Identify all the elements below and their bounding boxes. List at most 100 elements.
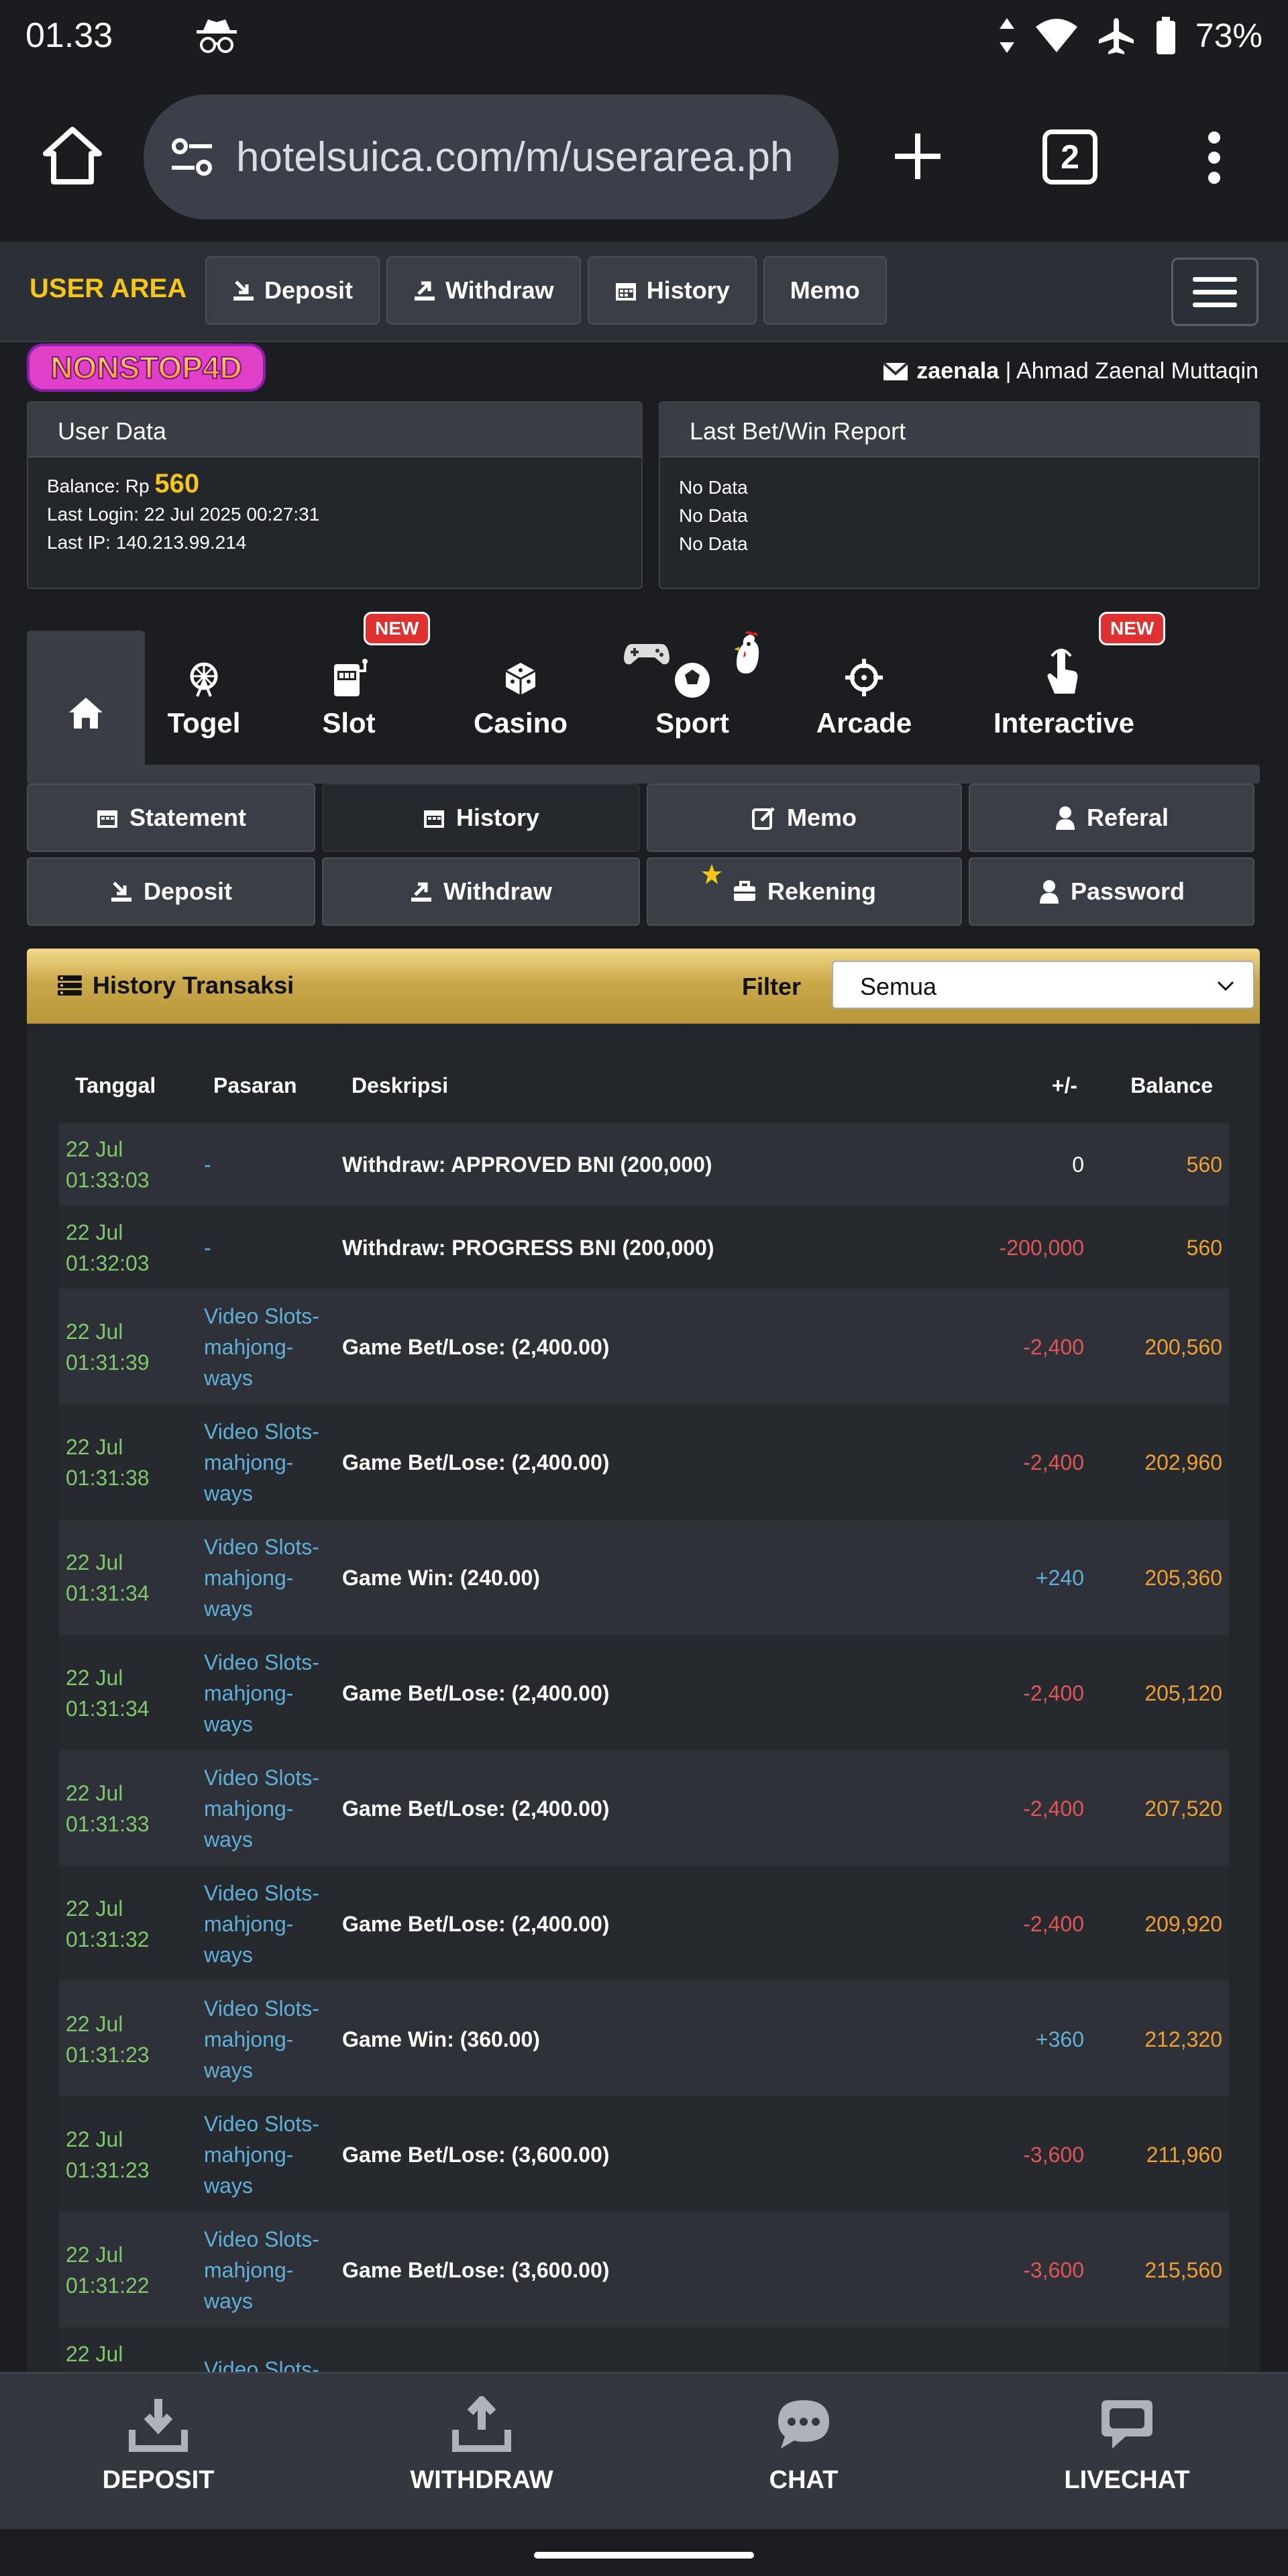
cell-date: 22 Jul — [66, 1781, 123, 1805]
cell-pasaran-line: ways — [204, 1366, 253, 1390]
cell-date: 22 Jul — [66, 1220, 123, 1244]
cell-date: 22 Jul — [66, 2012, 123, 2036]
memo-button[interactable]: Memo — [647, 784, 962, 852]
cell-tanggal: 22 Jul 01:31:33 — [66, 1778, 200, 1839]
cell-time: 01:31:23 — [66, 2043, 150, 2067]
cell-amount: -3,600 — [1023, 2143, 1084, 2167]
table-row: 22 Jul 01:31:22 Video Slots-mahjong-ways Ga… — [59, 2212, 1229, 2328]
username: zaenala — [916, 358, 1000, 384]
tab-sport[interactable]: Sport — [606, 631, 778, 765]
cell-pasaran: Video Slots-mahjong-ways — [204, 1762, 338, 1855]
top-nav-withdraw-label: Withdraw — [445, 276, 554, 304]
withdraw-label: Withdraw — [443, 877, 552, 905]
col-balance: Balance — [1130, 1073, 1213, 1097]
statement-button[interactable]: Statement — [27, 784, 315, 852]
filter-select[interactable]: Semua — [832, 961, 1254, 1009]
col-deskripsi: Deskripsi — [352, 1073, 449, 1097]
cell-balance: 209,920 — [1144, 1912, 1222, 1936]
top-nav-memo-button[interactable]: Memo — [763, 256, 887, 325]
history-label: History — [455, 804, 540, 831]
user-data-title: User Data — [28, 402, 641, 458]
tab-arcade[interactable]: Arcade — [778, 631, 950, 765]
password-button[interactable]: Password — [969, 857, 1254, 926]
cell-deskripsi: Game Bet/Lose: (3,600.00) — [342, 2143, 610, 2167]
site-logo[interactable]: NONSTOP4D — [27, 341, 266, 394]
cell-amount: -2,400 — [1023, 1912, 1084, 1936]
tab-casino[interactable]: Casino — [435, 631, 606, 765]
bottom-chat-button[interactable]: CHAT — [703, 2396, 904, 2495]
bottom-deposit-button[interactable]: DEPOSIT — [58, 2396, 259, 2495]
tab-casino-label: Casino — [473, 707, 568, 739]
site-settings-icon[interactable] — [165, 130, 219, 184]
envelope-icon[interactable] — [883, 362, 909, 382]
history-table-header: Tanggal Pasaran Deskripsi +/- Balance — [59, 1053, 1229, 1123]
cell-pasaran-line: Video Slots- — [204, 1881, 319, 1905]
crosshair-icon — [845, 659, 883, 696]
new-badge: NEW — [1099, 612, 1166, 645]
cell-time: 01:31:39 — [66, 1350, 150, 1375]
cell-pasaran-line: Video Slots- — [204, 1650, 319, 1674]
col-tanggal: Tanggal — [75, 1073, 156, 1097]
table-row: 22 Jul 01:31:38 Video Slots-mahjong-ways Ga… — [59, 1405, 1229, 1520]
account-nav-row-2: Deposit Withdraw Rekening Password — [27, 857, 1261, 926]
cell-amount: +240 — [1035, 1566, 1084, 1590]
top-nav-history-button[interactable]: History — [587, 256, 757, 325]
cell-balance: 560 — [1186, 1236, 1222, 1260]
slot-machine-icon — [334, 659, 368, 696]
cell-tanggal: 22 Jul 01:31:34 — [66, 1547, 200, 1609]
last-login: Last Login: 22 Jul 2025 00:27:31 — [47, 504, 320, 525]
soccer-ball-icon — [624, 631, 759, 698]
tab-interactive[interactable]: Interactive NEW — [950, 612, 1178, 765]
cell-amount: -2,400 — [1023, 1335, 1084, 1359]
category-tabs: Togel Slot NEW Casino Sport Arcade Inter… — [27, 612, 1260, 784]
cell-time: 01:31:34 — [66, 1697, 150, 1721]
bottom-withdraw-button[interactable]: WITHDRAW — [381, 2396, 582, 2495]
gamepad-icon — [624, 644, 669, 665]
menu-toggle-button[interactable] — [1171, 258, 1258, 326]
tab-slot[interactable]: Slot NEW — [263, 612, 435, 765]
chat-bubble-icon — [778, 2400, 829, 2449]
cell-pasaran-line: mahjong- — [204, 1912, 294, 1936]
cell-tanggal: 22 Jul 01:32:03 — [66, 1217, 200, 1279]
category-tabs-divider — [27, 765, 1260, 784]
bottom-deposit-label: DEPOSIT — [102, 2466, 215, 2494]
cell-deskripsi: Withdraw: APPROVED BNI (200,000) — [342, 1152, 712, 1177]
gesture-handle[interactable] — [534, 2552, 754, 2559]
cell-pasaran-line: mahjong- — [204, 1796, 294, 1821]
tab-togel[interactable]: Togel — [145, 631, 263, 765]
withdraw-icon — [415, 281, 435, 301]
chevron-down-icon — [1217, 981, 1234, 991]
wifi-icon — [1035, 18, 1077, 52]
home-icon[interactable] — [39, 123, 106, 190]
rekening-button[interactable]: Rekening — [647, 857, 962, 926]
top-nav-withdraw-button[interactable]: Withdraw — [386, 256, 581, 325]
download-icon — [129, 2399, 188, 2452]
withdraw-button[interactable]: Withdraw — [322, 857, 640, 926]
bottom-livechat-button[interactable]: LIVECHAT — [1026, 2396, 1228, 2495]
tab-home[interactable] — [27, 631, 145, 765]
cell-pasaran-line: ways — [204, 2058, 253, 2082]
svg-text:NONSTOP4D: NONSTOP4D — [50, 350, 241, 385]
new-tab-icon[interactable] — [884, 123, 951, 190]
site-header: USER AREA Deposit Withdraw History Memo — [0, 241, 1288, 342]
deposit-button[interactable]: Deposit — [27, 857, 315, 926]
user-icon — [1055, 806, 1075, 830]
top-nav-deposit-button[interactable]: Deposit — [205, 256, 380, 325]
tab-switcher-button[interactable]: 2 — [1042, 129, 1097, 184]
referal-button[interactable]: Referal — [969, 784, 1254, 852]
cell-balance: 212,320 — [1144, 2027, 1222, 2051]
cell-pasaran-line: mahjong- — [204, 1681, 294, 1705]
more-options-icon[interactable] — [1194, 124, 1234, 191]
cell-date: 22 Jul — [66, 2127, 123, 2151]
address-bar[interactable]: hotelsuica.com/m/userarea.ph — [144, 95, 839, 219]
url-text: hotelsuica.com/m/userarea.ph — [236, 133, 794, 180]
dice-icon — [505, 663, 536, 695]
cell-pasaran: Video Slots-mahjong-ways — [204, 1532, 338, 1624]
cell-pasaran: Video Slots-mahjong-ways — [204, 2224, 338, 2316]
history-panel-header: History Transaksi Filter Semua — [27, 949, 1260, 1024]
tab-interactive-label: Interactive — [993, 707, 1135, 739]
cell-balance: 205,120 — [1144, 1681, 1222, 1705]
bottom-withdraw-label: WITHDRAW — [410, 2466, 553, 2494]
history-button[interactable]: History — [322, 784, 640, 852]
battery-icon — [1156, 16, 1175, 54]
